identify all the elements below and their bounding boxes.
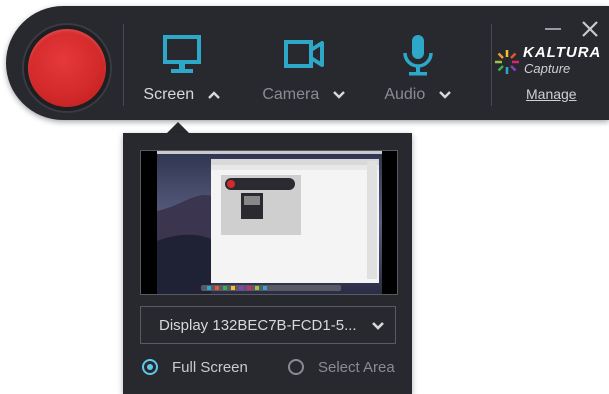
screen-source-label: Screen — [143, 86, 195, 103]
chevron-up-icon — [207, 91, 220, 99]
camera-source-label: Camera — [262, 86, 320, 103]
monitor-icon — [163, 35, 201, 73]
audio-source-button[interactable]: Audio — [363, 32, 473, 112]
audio-source-label: Audio — [384, 86, 426, 103]
select-area-label: Select Area — [318, 359, 395, 376]
kaltura-capture-window: Screen Camera Audio KALTURA Capture Mana… — [0, 0, 609, 394]
full-screen-label: Full Screen — [172, 359, 248, 376]
radio-unselected-indicator — [288, 359, 304, 375]
minimize-icon[interactable] — [542, 18, 564, 40]
screen-source-button[interactable]: Screen — [127, 32, 237, 112]
chevron-down-icon — [438, 91, 451, 99]
display-select[interactable]: Display 132BEC7B-FCD1-5... — [140, 306, 396, 344]
select-area-radio[interactable]: Select Area — [288, 358, 400, 380]
close-icon[interactable] — [579, 18, 601, 40]
brand-name: KALTURA — [523, 44, 602, 61]
record-button[interactable] — [24, 25, 110, 111]
kaltura-capture-logo: KALTURA Capture — [491, 42, 603, 82]
screen-preview-thumbnail — [140, 150, 398, 295]
camera-source-button[interactable]: Camera — [249, 32, 359, 112]
brand-subtitle: Capture — [524, 61, 571, 76]
microphone-icon — [403, 35, 433, 76]
chevron-down-icon — [372, 322, 384, 330]
divider — [123, 24, 124, 106]
kaltura-burst-icon — [495, 50, 519, 74]
video-camera-icon — [284, 40, 324, 68]
chevron-down-icon — [332, 91, 345, 99]
full-screen-radio[interactable]: Full Screen — [142, 358, 252, 380]
display-select-value: Display 132BEC7B-FCD1-5... — [159, 317, 357, 334]
screen-options-panel: Display 132BEC7B-FCD1-5... Full Screen S… — [123, 133, 412, 394]
radio-selected-indicator — [142, 359, 158, 375]
manage-link[interactable]: Manage — [526, 86, 577, 102]
screen-preview-image — [141, 151, 397, 294]
